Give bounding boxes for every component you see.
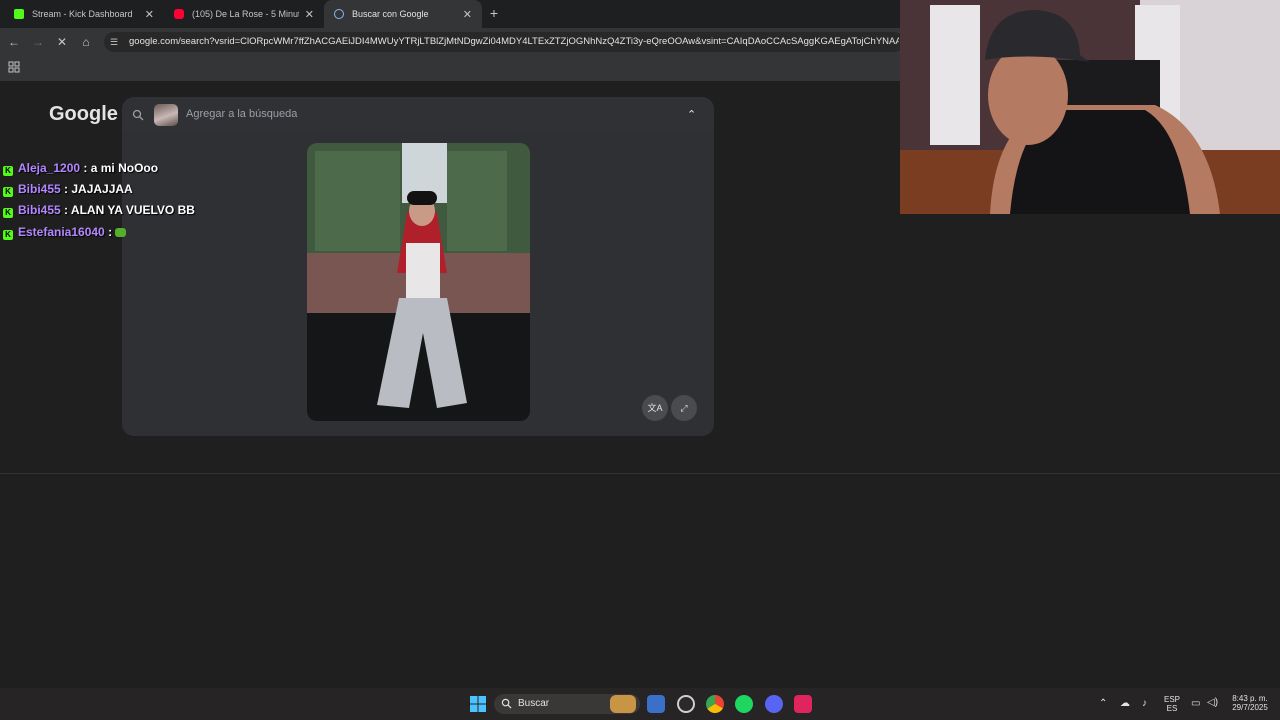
search-highlight-icon[interactable] xyxy=(610,695,636,713)
google-lens-favicon-icon xyxy=(334,9,344,19)
chat-username: Bibi455 xyxy=(18,203,61,217)
chat-message: K Bibi455 : JAJAJJAA xyxy=(3,182,133,197)
app-icon[interactable] xyxy=(677,695,695,713)
expand-icon[interactable]: ⤢ xyxy=(671,395,697,421)
chat-message: K Bibi455 : ALAN YA VUELVO BB xyxy=(3,203,195,218)
chat-text: : ALAN YA VUELVO BB xyxy=(64,203,195,217)
new-tab-icon[interactable]: + xyxy=(486,5,502,21)
site-info-icon[interactable]: ☰ xyxy=(110,37,118,48)
discord-icon[interactable] xyxy=(765,695,783,713)
home-icon[interactable]: ⌂ xyxy=(78,34,94,50)
woman-photo-image xyxy=(307,143,530,421)
translate-icon[interactable]: 文A xyxy=(642,395,668,421)
taskbar-search-label: Buscar xyxy=(518,698,550,709)
chat-text: : xyxy=(108,225,113,239)
forward-arrow-icon[interactable]: → xyxy=(30,34,46,50)
clock[interactable]: 8:43 p. m. 29/7/2025 xyxy=(1226,694,1274,712)
close-tab-icon[interactable]: ✕ xyxy=(305,8,314,21)
tab-youtube-video[interactable]: (105) De La Rose - 5 Minutos (O ✕ xyxy=(164,0,324,28)
tab-title: Stream - Kick Dashboard xyxy=(32,9,133,19)
volume-icon[interactable]: ◁) xyxy=(1207,697,1218,708)
tiktok-icon[interactable] xyxy=(794,695,812,713)
kick-badge-icon: K xyxy=(3,187,13,197)
tray-chevron-up-icon[interactable]: ⌃ xyxy=(1099,698,1107,709)
webcam-overlay xyxy=(900,0,1280,214)
kick-favicon-icon xyxy=(14,9,24,19)
youtube-favicon-icon xyxy=(174,9,184,19)
tab-title: (105) De La Rose - 5 Minutos (O xyxy=(192,9,299,19)
chat-emote-icon xyxy=(115,228,127,237)
apps-grid-icon[interactable] xyxy=(8,61,20,73)
kick-badge-icon: K xyxy=(3,208,13,218)
chat-username: Estefania16040 xyxy=(18,225,105,239)
network-icon[interactable]: ▭ xyxy=(1191,698,1200,709)
spotify-icon[interactable] xyxy=(735,695,753,713)
chat-username: Bibi455 xyxy=(18,182,61,196)
chat-message: K Aleja_1200 : a mi NoOoo xyxy=(3,161,158,176)
language-indicator[interactable]: ESP ES xyxy=(1162,695,1182,713)
tab-title: Buscar con Google xyxy=(352,9,429,19)
windows-taskbar xyxy=(0,688,1280,720)
kick-badge-icon: K xyxy=(3,230,13,240)
search-input[interactable]: Agregar a la búsqueda xyxy=(186,108,297,120)
search-image-thumbnail[interactable] xyxy=(154,104,178,126)
clock-time: 8:43 p. m. xyxy=(1232,694,1268,703)
clock-date: 29/7/2025 xyxy=(1232,703,1268,712)
windows-start-icon[interactable] xyxy=(470,696,486,712)
stop-loading-icon[interactable]: ✕ xyxy=(54,34,70,50)
language-region: ES xyxy=(1166,704,1178,713)
chat-text: : a mi NoOoo xyxy=(83,161,159,175)
tab-buscar-con-google[interactable]: Buscar con Google ✕ xyxy=(324,0,482,28)
language-code: ESP xyxy=(1163,695,1180,704)
chrome-icon[interactable] xyxy=(706,695,724,713)
microsoft-store-icon[interactable] xyxy=(647,695,665,713)
tab-kick-dashboard[interactable]: Stream - Kick Dashboard ✕ xyxy=(4,0,164,28)
close-tab-icon[interactable]: ✕ xyxy=(463,8,472,21)
close-tab-icon[interactable]: ✕ xyxy=(145,8,154,21)
chat-text: : JAJAJJAA xyxy=(64,182,133,196)
section-divider xyxy=(0,473,1280,474)
lens-source-image[interactable] xyxy=(307,143,530,421)
url-text: google.com/search?vsrid=ClORpcWMr7ffZhAC… xyxy=(129,36,899,47)
chat-username: Aleja_1200 xyxy=(18,161,81,175)
microphone-icon[interactable]: ♪ xyxy=(1142,698,1147,709)
onedrive-icon[interactable]: ☁ xyxy=(1120,698,1130,709)
streamer-webcam-image xyxy=(900,0,1280,214)
kick-badge-icon: K xyxy=(3,166,13,176)
chevron-up-icon[interactable]: ⌃ xyxy=(687,108,696,121)
back-arrow-icon[interactable]: ← xyxy=(6,34,22,50)
search-icon xyxy=(132,109,144,121)
chat-message: K Estefania16040 : xyxy=(3,225,127,240)
google-logo[interactable]: Google xyxy=(49,103,118,126)
search-icon xyxy=(501,698,512,709)
